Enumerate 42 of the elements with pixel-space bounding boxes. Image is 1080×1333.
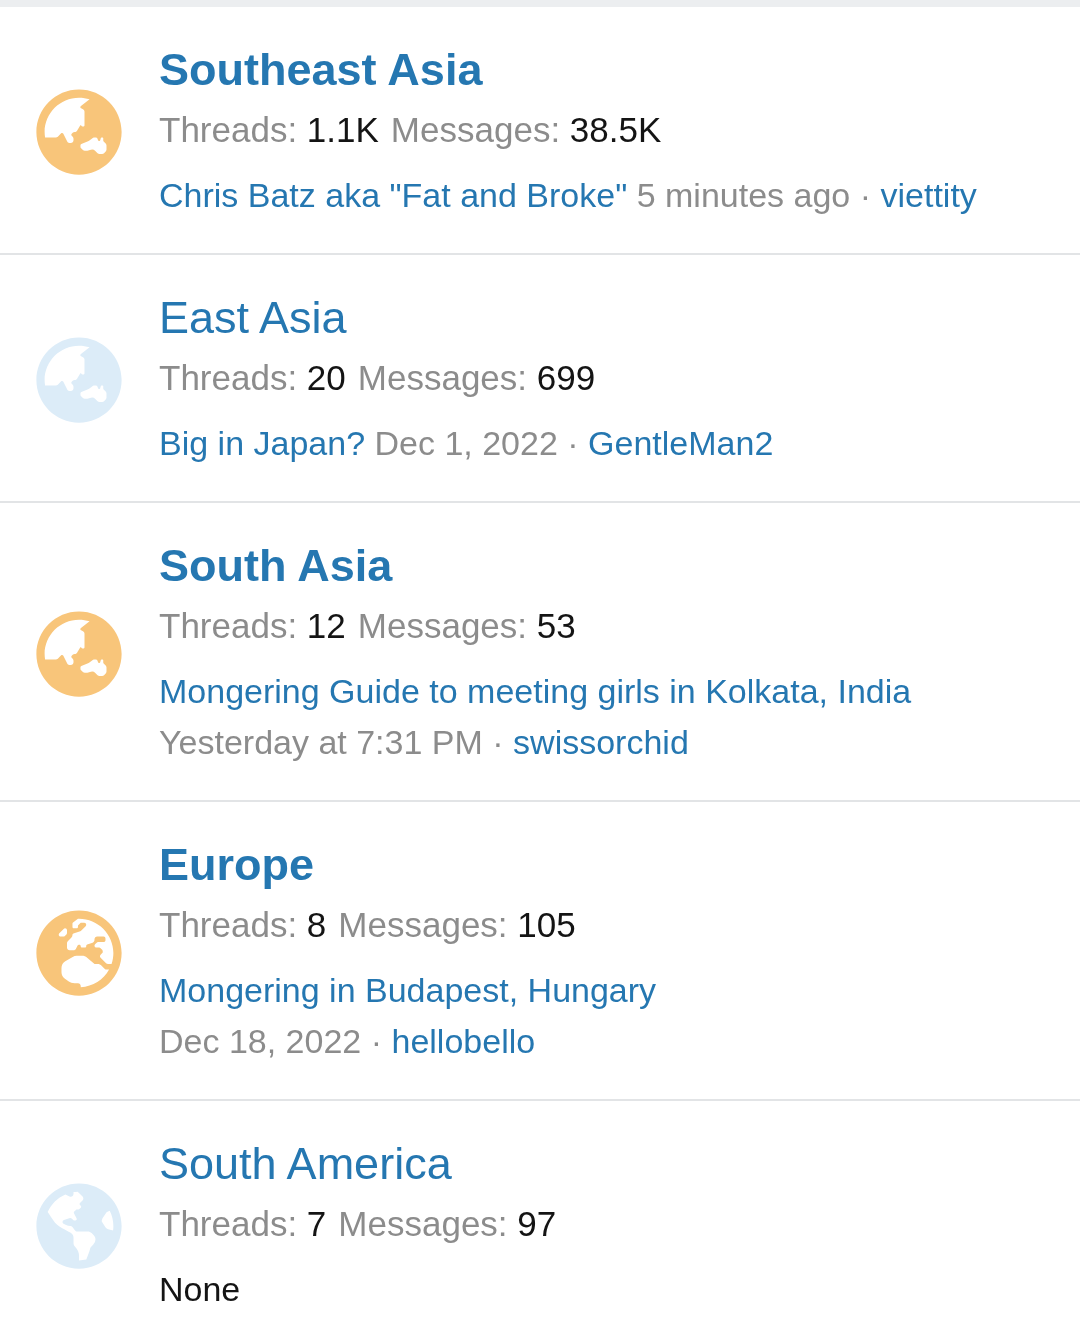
threads-label: Threads: <box>159 110 298 149</box>
thread-link[interactable]: Mongering Guide to meeting girls in Kolkata, India <box>159 672 912 710</box>
thread-link[interactable]: Mongering in Budapest, Hungary <box>159 971 657 1009</box>
threads-count: 1.1K <box>306 110 379 149</box>
messages-label: Messages: <box>338 905 508 944</box>
messages-label: Messages: <box>357 606 528 645</box>
post-date: 5 minutes ago <box>636 176 851 214</box>
threads-count: 12 <box>306 606 346 645</box>
post-date: Dec 18, 2022 <box>159 1022 362 1060</box>
user-link[interactable]: swissorchid <box>513 723 689 761</box>
separator: · <box>567 424 579 462</box>
threads-label: Threads: <box>159 606 298 645</box>
messages-count: 699 <box>536 358 596 397</box>
thread-link[interactable]: Big in Japan? <box>159 424 366 462</box>
messages-count: 97 <box>517 1204 557 1243</box>
user-link[interactable]: viettity <box>880 176 977 214</box>
threads-label: Threads: <box>159 358 298 397</box>
messages-count: 38.5K <box>569 110 662 149</box>
separator: · <box>859 176 872 214</box>
user-link[interactable]: GentleMan2 <box>588 424 774 462</box>
messages-count: 53 <box>536 606 576 645</box>
forum-title[interactable]: South America <box>159 1137 452 1191</box>
thread-link[interactable]: Chris Batz aka "Fat and Broke" <box>159 176 628 214</box>
forum-title[interactable]: Europe <box>159 838 315 892</box>
post-date: Dec 1, 2022 <box>374 424 558 462</box>
threads-label: Threads: <box>159 1204 298 1243</box>
threads-label: Threads: <box>159 905 298 944</box>
forum-title[interactable]: Southeast Asia <box>159 43 483 97</box>
no-posts-text: None <box>159 1270 241 1308</box>
forum-title[interactable]: East Asia <box>159 291 347 345</box>
threads-count: 8 <box>306 905 327 944</box>
threads-count: 7 <box>306 1204 327 1243</box>
messages-label: Messages: <box>357 358 528 397</box>
forum-title[interactable]: South Asia <box>159 539 393 593</box>
messages-count: 105 <box>517 905 576 944</box>
separator: · <box>370 1022 383 1060</box>
user-link[interactable]: hellobello <box>391 1022 536 1060</box>
threads-count: 20 <box>306 358 346 397</box>
messages-label: Messages: <box>390 110 561 149</box>
post-date: Yesterday at 7:31 PM <box>159 723 483 761</box>
separator: · <box>492 723 504 761</box>
messages-label: Messages: <box>338 1204 508 1243</box>
